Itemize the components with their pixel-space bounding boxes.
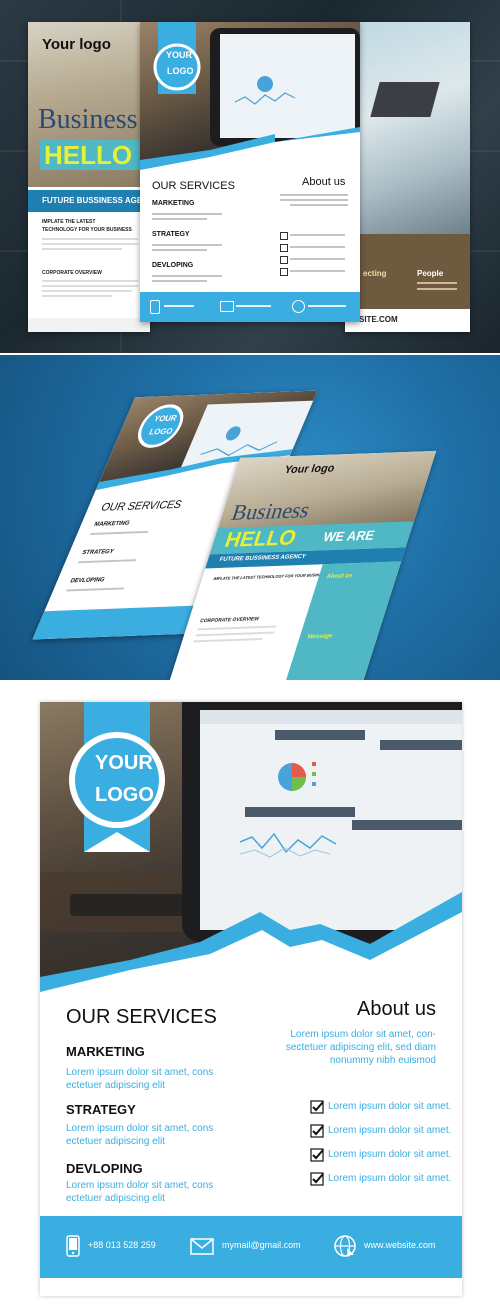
small-strategy: STRATEGY	[152, 231, 190, 238]
flyer-agency: FUTURE BUSSINESS AGE	[42, 196, 143, 205]
flyer-business-hello: Your logo Business HELLO FUTURE BUSSINES…	[28, 22, 150, 332]
flyer-headline1: IMPLATE THE LATEST	[42, 219, 96, 225]
contact-bar: +88 013 528 259 mymail@gmail.com www.web…	[40, 1216, 462, 1278]
mockup-logo-2: LOGO	[147, 426, 175, 437]
marketing-text-1: Lorem ipsum dolor sit amet, cons	[66, 1067, 214, 1078]
flyer-hello: HELLO	[44, 140, 133, 170]
phone-number: +88 013 528 259	[88, 1240, 156, 1250]
hero-graphics	[40, 702, 462, 1002]
small-logo-2: LOGO	[167, 66, 194, 76]
mockup-headline: IMPLATE THE LATEST TECHNOLOGY FOR YOUR B…	[212, 572, 328, 582]
flyer-business: Business	[38, 104, 138, 135]
strategy-text-1: Lorem ipsum dolor sit amet, cons	[66, 1123, 214, 1134]
about-text-2: sectetuer adipiscing elit, sed diam	[285, 1042, 436, 1053]
strategy-heading: STRATEGY	[66, 1102, 136, 1117]
checkbox-icon	[310, 1100, 324, 1114]
mockup-business: Business	[228, 497, 314, 525]
small-marketing: MARKETING	[152, 200, 195, 207]
preview-top: Your logo Business HELLO FUTURE BUSSINES…	[0, 0, 500, 353]
small-about: About us	[302, 176, 346, 188]
about-text-1: Lorem ipsum dolor sit amet, con-	[290, 1029, 436, 1040]
devloping-heading: DEVLOPING	[66, 1161, 143, 1176]
services-title: OUR SERVICES	[66, 1006, 217, 1028]
small-devloping: DEVLOPING	[152, 262, 194, 269]
mockup-about: About us	[325, 573, 353, 581]
strategy-text-2: ectetuer adipiscing elit	[66, 1136, 165, 1147]
mail-icon	[190, 1238, 214, 1255]
mockup-logo-1: YOUR	[152, 413, 179, 424]
logo-line-2: LOGO	[95, 784, 154, 806]
mockup-message: Message	[306, 633, 334, 641]
checkbox-icon	[310, 1124, 324, 1138]
globe-icon	[334, 1235, 356, 1257]
preview-mockup: YOUR LOGO OUR SERVICES MARKETING STRATEG…	[0, 355, 500, 680]
flyer-services-small: YOUR LOGO OUR SERVICES MARKETING STRATEG…	[140, 22, 360, 322]
about-text-3: nonummy nibh euismod	[329, 1055, 436, 1066]
email-address: mymail@gmail.com	[222, 1240, 301, 1250]
main-flyer: YOUR LOGO OUR SERVICES MARKETING Lorem i…	[40, 702, 462, 1296]
main-flyer-area: YOUR LOGO OUR SERVICES MARKETING Lorem i…	[0, 682, 500, 1308]
mockup-your-logo: Your logo	[282, 462, 337, 477]
website-address: www.website.com	[364, 1240, 436, 1250]
small-services: OUR SERVICES	[152, 180, 235, 192]
marketing-text-2: ectetuer adipiscing elit	[66, 1080, 165, 1091]
flyer-people: ecting People SITE.COM	[345, 22, 470, 332]
mockup-hello: HELLO	[222, 526, 300, 552]
flyer-logo: Your logo	[42, 36, 111, 53]
checkbox-icon	[310, 1172, 324, 1186]
phone-icon	[66, 1235, 80, 1257]
flyer-overview: CORPORATE OVERVIEW	[42, 270, 102, 276]
mockup-we-are: WE ARE	[321, 527, 377, 545]
mockup-overview: CORPORATE OVERVIEW	[199, 616, 260, 625]
logo-line-1: YOUR	[95, 752, 153, 774]
mockup-strategy: STRATEGY	[80, 549, 115, 557]
devloping-text-2: ectetuer adipiscing elit	[66, 1193, 165, 1204]
small-logo-1: YOUR	[166, 50, 193, 60]
devloping-text-1: Lorem ipsum dolor sit amet, cons	[66, 1180, 214, 1191]
flyer-headline2: TECHNOLOGY FOR YOUR BUSINESS	[42, 227, 132, 233]
checkbox-icon	[310, 1148, 324, 1162]
flyer-ecting: ecting	[363, 269, 387, 278]
about-title: About us	[357, 998, 436, 1020]
marketing-heading: MARKETING	[66, 1044, 145, 1059]
flyer-people-title: People	[417, 269, 444, 278]
flyer-website: SITE.COM	[359, 315, 398, 324]
